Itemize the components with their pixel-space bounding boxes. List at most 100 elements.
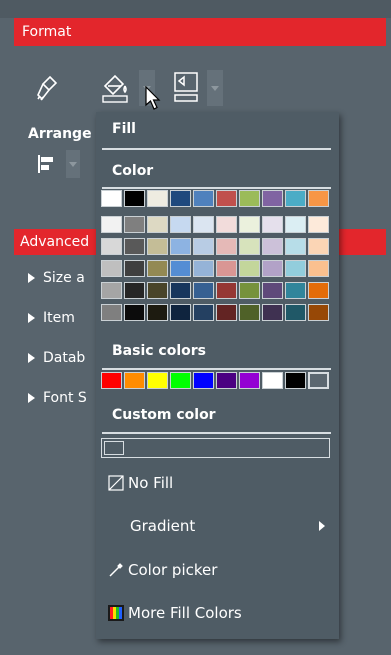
color-swatch[interactable]	[262, 304, 283, 321]
color-swatch[interactable]	[285, 216, 306, 233]
tree-item-font[interactable]: Font S	[28, 390, 87, 406]
color-title: Color	[112, 163, 154, 179]
color-swatch[interactable]	[193, 260, 214, 277]
color-swatch[interactable]	[170, 238, 191, 255]
color-swatch[interactable]	[124, 282, 145, 299]
color-swatch[interactable]	[124, 260, 145, 277]
tree-item-item[interactable]: Item	[28, 310, 75, 326]
color-swatch[interactable]	[216, 282, 237, 299]
line-color-icon	[174, 72, 198, 102]
basic-color-swatch[interactable]	[124, 372, 145, 389]
color-swatch[interactable]	[308, 304, 329, 321]
color-swatch[interactable]	[262, 216, 283, 233]
color-swatch[interactable]	[124, 304, 145, 321]
basic-color-swatch[interactable]	[170, 372, 191, 389]
basic-color-swatch[interactable]	[101, 372, 122, 389]
custom-color-bar[interactable]	[101, 438, 330, 458]
color-swatch[interactable]	[170, 260, 191, 277]
color-swatch[interactable]	[285, 282, 306, 299]
align-button[interactable]	[30, 150, 60, 178]
basic-color-swatch[interactable]	[262, 372, 283, 389]
color-swatch[interactable]	[285, 238, 306, 255]
color-picker-label: Color picker	[128, 561, 218, 579]
color-swatch[interactable]	[101, 260, 122, 277]
color-swatch[interactable]	[124, 216, 145, 233]
color-swatch[interactable]	[124, 190, 145, 207]
color-swatch[interactable]	[239, 260, 260, 277]
color-swatch[interactable]	[285, 260, 306, 277]
tree-item-label: Font S	[43, 390, 87, 406]
color-swatch[interactable]	[262, 260, 283, 277]
color-swatch[interactable]	[216, 216, 237, 233]
color-swatch[interactable]	[308, 190, 329, 207]
tree-item-database[interactable]: Datab	[28, 350, 85, 366]
color-swatch[interactable]	[285, 190, 306, 207]
color-swatch[interactable]	[216, 260, 237, 277]
color-swatch[interactable]	[147, 190, 168, 207]
color-swatch[interactable]	[239, 282, 260, 299]
basic-color-swatch[interactable]	[239, 372, 260, 389]
color-swatch[interactable]	[147, 238, 168, 255]
basic-color-swatch[interactable]	[308, 372, 329, 389]
color-swatch[interactable]	[216, 190, 237, 207]
caret-right-icon	[28, 273, 35, 283]
color-swatch[interactable]	[193, 216, 214, 233]
color-picker-item[interactable]: Color picker	[96, 551, 339, 589]
color-swatch[interactable]	[193, 282, 214, 299]
color-swatch[interactable]	[193, 304, 214, 321]
color-swatch[interactable]	[262, 190, 283, 207]
more-fill-colors-item[interactable]: More Fill Colors	[96, 594, 339, 632]
color-swatch[interactable]	[239, 216, 260, 233]
color-swatch[interactable]	[216, 238, 237, 255]
color-swatch[interactable]	[147, 304, 168, 321]
custom-color-swatch[interactable]	[104, 441, 124, 455]
fill-dropdown-menu: Fill Color Basic colors Custom color No …	[96, 112, 339, 639]
color-swatch[interactable]	[170, 282, 191, 299]
color-swatch[interactable]	[101, 282, 122, 299]
basic-color-swatch[interactable]	[216, 372, 237, 389]
format-painter-icon	[37, 75, 58, 101]
color-swatch[interactable]	[262, 238, 283, 255]
align-left-icon	[38, 155, 53, 173]
color-swatch[interactable]	[308, 238, 329, 255]
color-swatch[interactable]	[308, 260, 329, 277]
align-dropdown-arrow[interactable]	[66, 150, 80, 178]
color-swatch[interactable]	[147, 282, 168, 299]
color-swatch[interactable]	[147, 216, 168, 233]
basic-color-swatch[interactable]	[193, 372, 214, 389]
format-header: Format	[14, 18, 386, 46]
basic-color-swatch[interactable]	[147, 372, 168, 389]
color-swatch[interactable]	[308, 282, 329, 299]
color-swatch[interactable]	[147, 260, 168, 277]
tree-item-label: Size a	[43, 270, 85, 286]
caret-right-icon	[28, 353, 35, 363]
color-swatch[interactable]	[193, 190, 214, 207]
color-swatch[interactable]	[170, 190, 191, 207]
tree-item-size[interactable]: Size a	[28, 270, 85, 286]
color-swatch[interactable]	[101, 216, 122, 233]
color-swatch[interactable]	[239, 190, 260, 207]
color-swatch[interactable]	[239, 238, 260, 255]
color-swatch[interactable]	[101, 238, 122, 255]
no-fill-item[interactable]: No Fill	[96, 464, 339, 502]
paint-bucket-icon	[102, 74, 128, 103]
format-painter-button[interactable]	[30, 70, 66, 106]
color-swatch[interactable]	[193, 238, 214, 255]
color-swatch[interactable]	[308, 216, 329, 233]
color-swatch[interactable]	[124, 238, 145, 255]
gradient-item[interactable]: Gradient	[96, 507, 339, 545]
line-color-button[interactable]	[170, 68, 206, 104]
color-swatch[interactable]	[101, 304, 122, 321]
color-swatch[interactable]	[216, 304, 237, 321]
color-swatch[interactable]	[170, 304, 191, 321]
color-swatch[interactable]	[285, 304, 306, 321]
fill-color-button[interactable]	[97, 68, 137, 104]
divider	[102, 187, 331, 189]
basic-color-swatch[interactable]	[285, 372, 306, 389]
divider	[102, 368, 331, 370]
color-swatch[interactable]	[101, 190, 122, 207]
color-swatch[interactable]	[262, 282, 283, 299]
line-color-dropdown-arrow[interactable]	[207, 70, 223, 106]
color-swatch[interactable]	[239, 304, 260, 321]
color-swatch[interactable]	[170, 216, 191, 233]
